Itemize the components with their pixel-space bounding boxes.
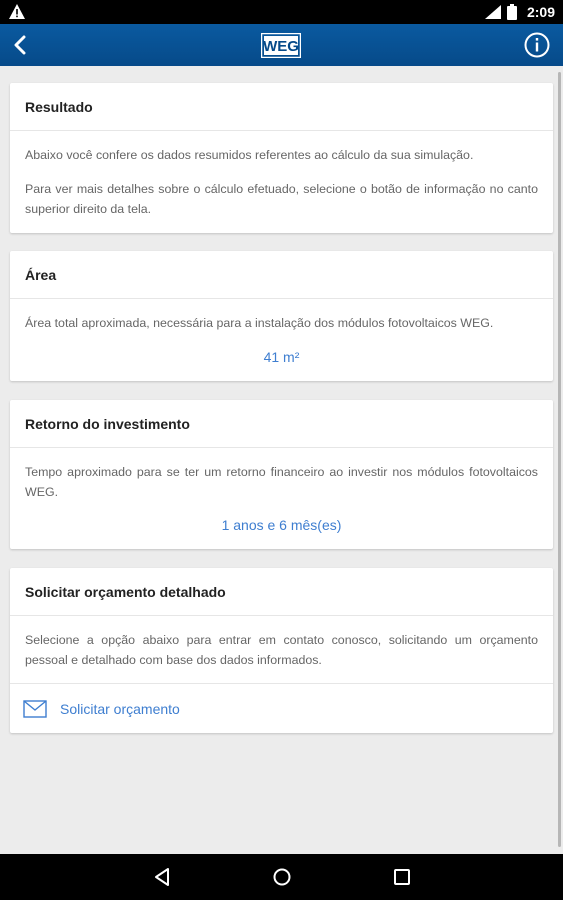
battery-icon: [506, 4, 517, 20]
warning-icon: [9, 4, 25, 19]
investment-return-description: Tempo aproximado para se ter um retorno …: [25, 465, 538, 499]
back-arrow-icon: [14, 35, 26, 55]
app-bar: WEG: [0, 24, 563, 66]
area-description: Área total aproximada, necessária para a…: [25, 316, 494, 330]
investment-return-body: Tempo aproximado para se ter um retorno …: [10, 448, 553, 535]
info-icon[interactable]: [524, 32, 550, 58]
result-card-body: Abaixo você confere os dados resumidos r…: [10, 131, 553, 219]
investment-return-title: Retorno do investimento: [10, 400, 553, 448]
investment-return-card: Retorno do investimento Tempo aproximado…: [10, 400, 553, 549]
recents-square-icon[interactable]: [390, 865, 414, 889]
system-nav-bar: [0, 854, 563, 900]
logo-text: WEG: [263, 38, 299, 55]
quote-request-title: Solicitar orçamento detalhado: [10, 568, 553, 616]
back-button[interactable]: [4, 29, 36, 61]
investment-return-value: 1 anos e 6 mês(es): [221, 517, 342, 533]
result-card-title: Resultado: [10, 83, 553, 131]
area-value: 41 m²: [263, 349, 300, 365]
wifi-icon: [484, 5, 501, 19]
result-card: Resultado Abaixo você confere os dados r…: [10, 83, 553, 233]
status-time: 2:09: [526, 4, 555, 20]
status-icons: 2:09: [484, 0, 555, 24]
home-circle-icon[interactable]: [270, 865, 294, 889]
quote-request-description: Selecione a opção abaixo para entrar em …: [25, 633, 538, 667]
request-quote-button[interactable]: Solicitar orçamento: [10, 683, 553, 733]
area-card: Área Área total aproximada, necessária p…: [10, 251, 553, 381]
scrollbar[interactable]: [558, 72, 561, 847]
area-card-title: Área: [10, 251, 553, 299]
weg-logo: WEG: [261, 33, 301, 58]
result-summary-text: Abaixo você confere os dados resumidos r…: [25, 148, 474, 162]
back-triangle-icon[interactable]: [151, 865, 175, 889]
mail-icon: [23, 699, 47, 718]
results-content[interactable]: Resultado Abaixo você confere os dados r…: [0, 66, 563, 854]
result-info-text: Para ver mais detalhes sobre o cálculo e…: [25, 182, 538, 216]
quote-request-card: Solicitar orçamento detalhado Selecione …: [10, 568, 553, 733]
quote-request-body: Selecione a opção abaixo para entrar em …: [10, 616, 553, 670]
area-card-body: Área total aproximada, necessária para a…: [10, 299, 553, 367]
status-bar: 2:09: [0, 0, 563, 24]
request-quote-label: Solicitar orçamento: [60, 700, 180, 717]
